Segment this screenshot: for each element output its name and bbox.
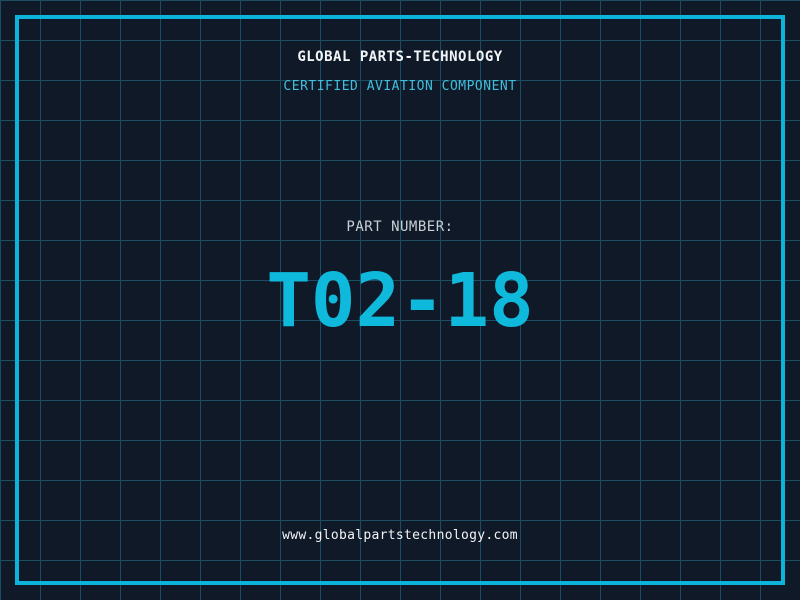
part-number-value: T02-18 [266, 258, 534, 344]
blueprint-label-page: { "theme": { "background": "#0f1928", "g… [0, 0, 800, 600]
part-number-label: PART NUMBER: [346, 219, 454, 235]
company-title: GLOBAL PARTS-TECHNOLOGY [297, 49, 503, 65]
certification-subtitle: CERTIFIED AVIATION COMPONENT [283, 79, 517, 94]
website-url: www.globalpartstechnology.com [282, 528, 518, 543]
